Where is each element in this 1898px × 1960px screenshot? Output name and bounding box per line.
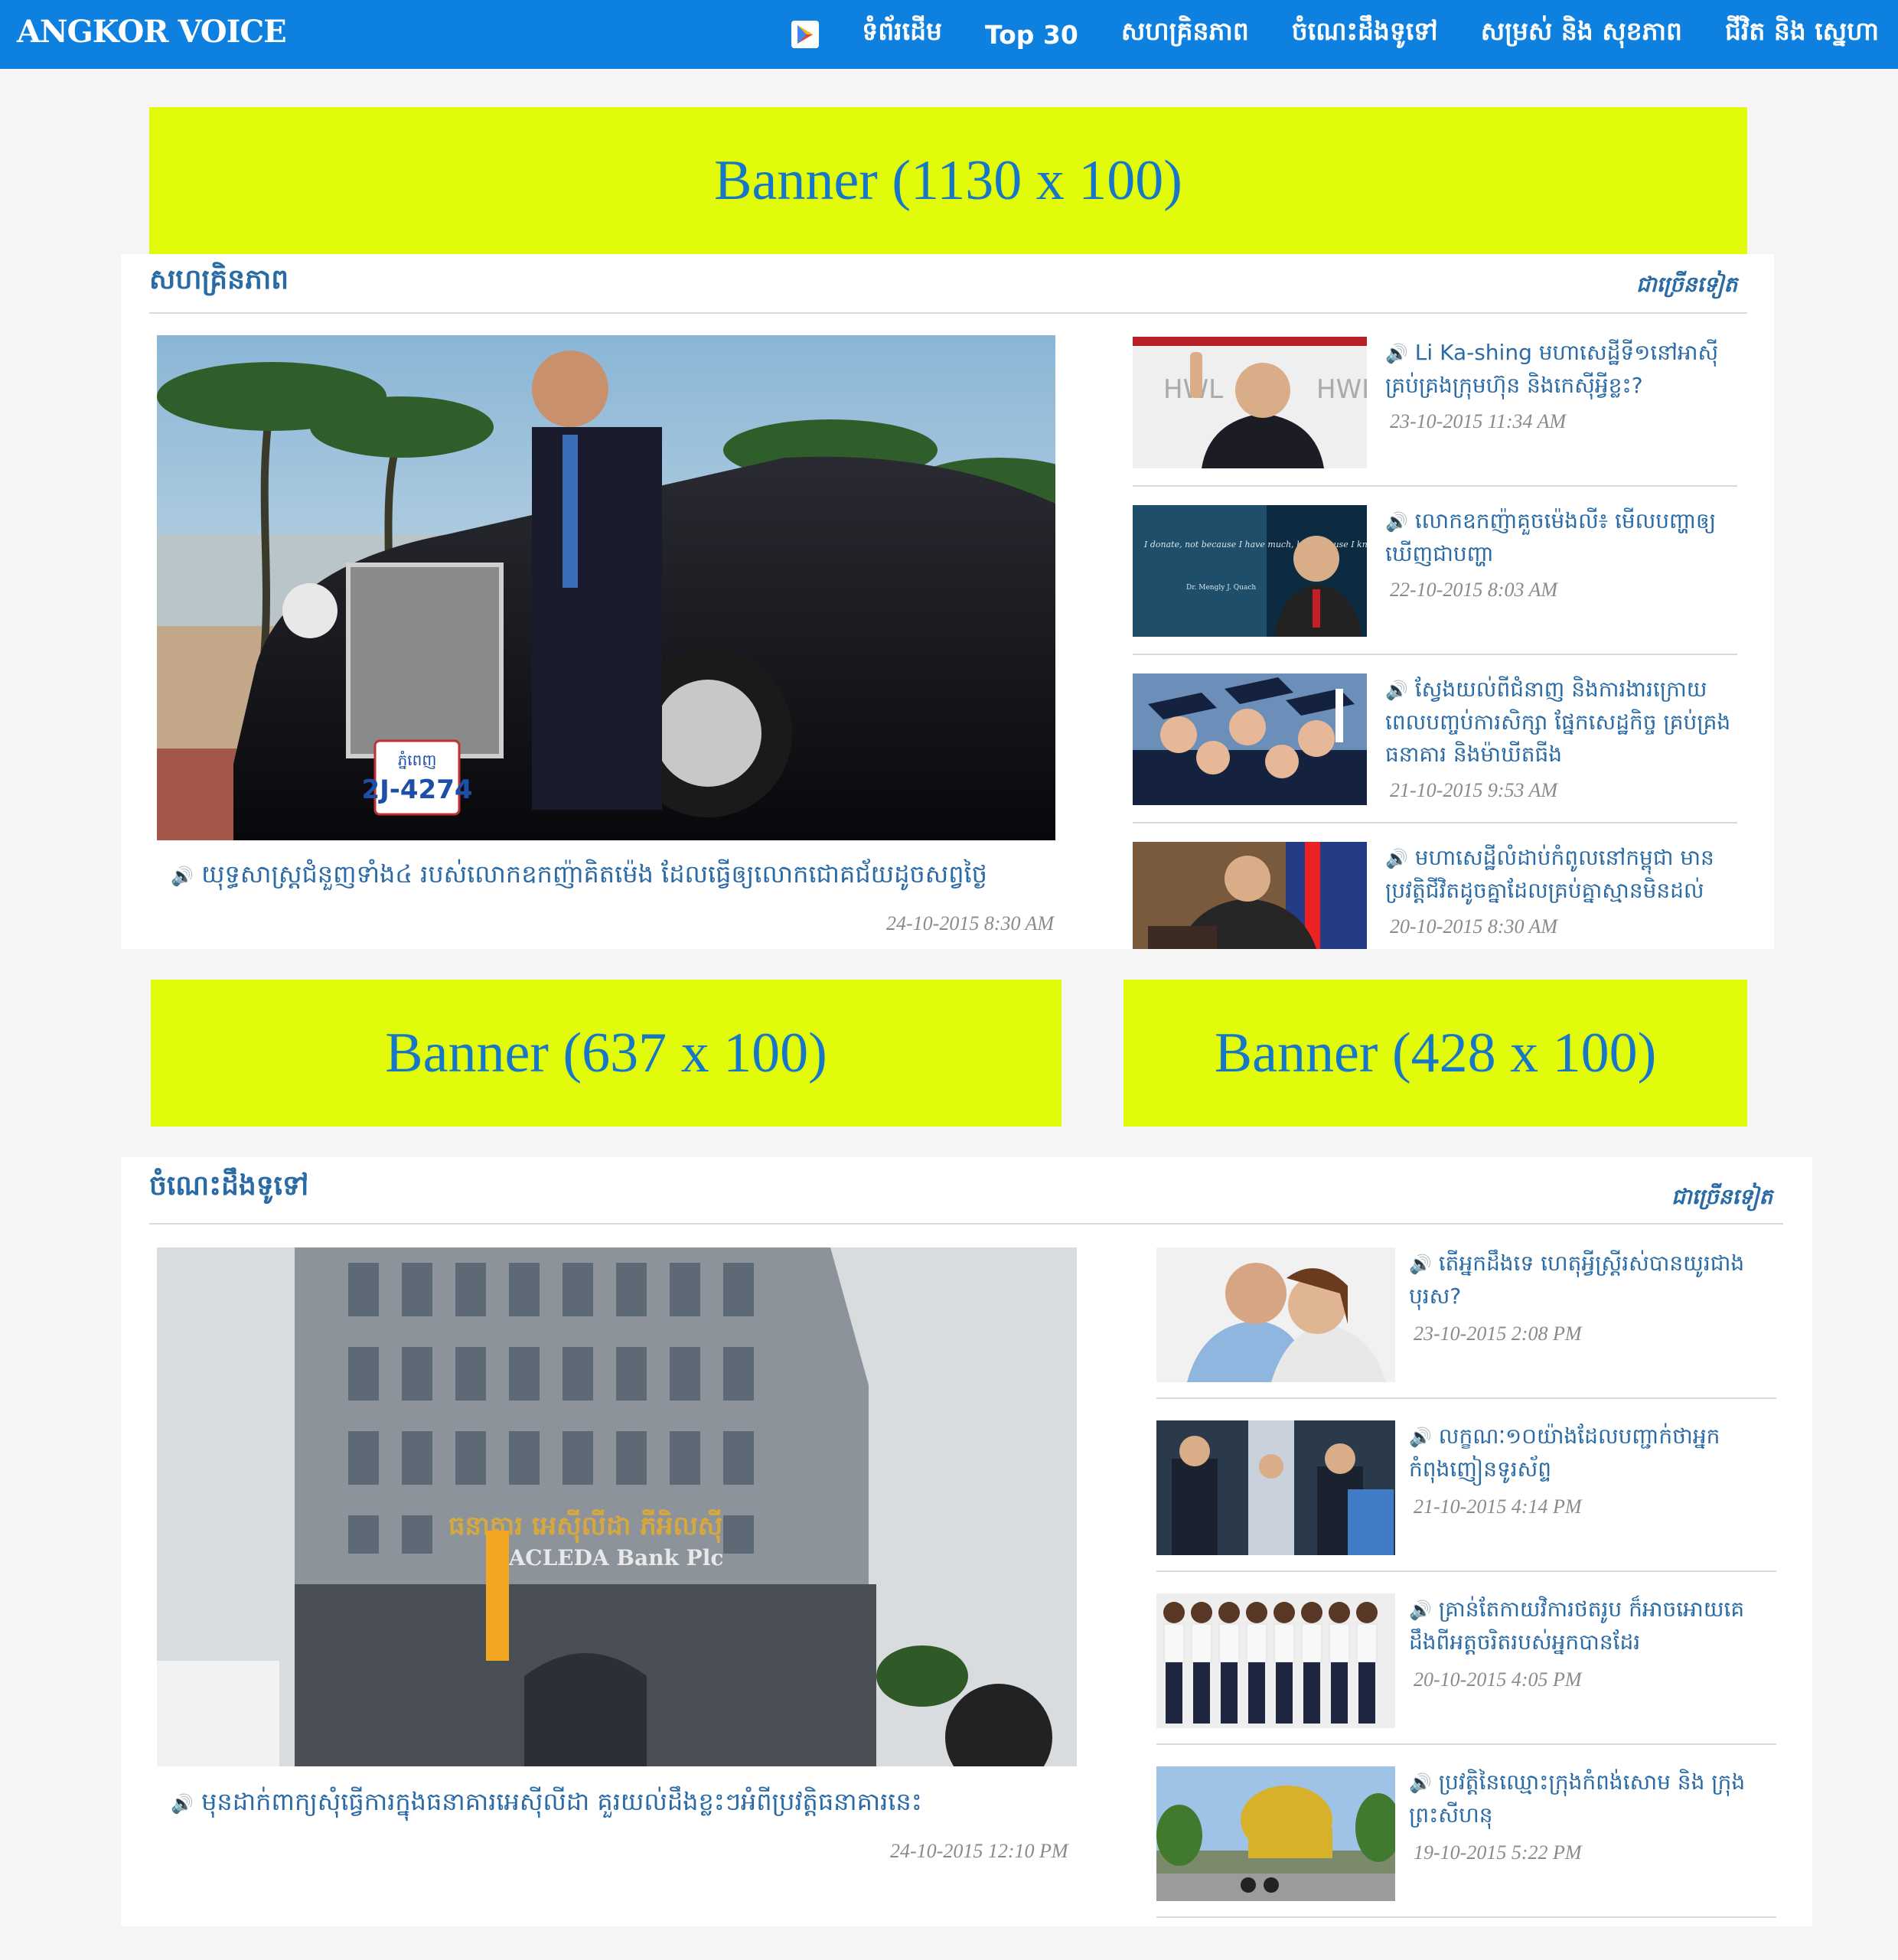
featured-article-image[interactable]: ភ្នំពេញ 2J-4274: [157, 335, 1055, 840]
article-date: 20-10-2015 4:05 PM: [1414, 1668, 1582, 1691]
article-title-text[interactable]: លោកឧកញ៉ាគួចម៉េងលី៖ មើលបញ្ហាឲ្យឃើញជាបញ្ហា: [1385, 508, 1716, 566]
section-title: សហគ្រិនភាព: [149, 264, 289, 295]
article-thumbnail[interactable]: [1156, 1766, 1395, 1901]
general-knowledge-section: ចំណេះដឹងទូទៅ ជាច្រើនទៀត ធនាគារ អេស៊ីលីដា…: [121, 1157, 1812, 1926]
item-divider: [1156, 1570, 1776, 1572]
article-date: 22-10-2015 8:03 AM: [1390, 579, 1558, 601]
article-title[interactable]: 🔊 ស្វែងយល់ពីជំនាញ និងការងារក្រោយពេលបញ្ចប…: [1385, 673, 1745, 771]
main-menu: ទំព័រដើម Top 30 សហគ្រិនភាព ចំណេះដឹងទូទៅ …: [791, 0, 1879, 69]
speaker-icon: 🔊: [1385, 511, 1408, 533]
item-divider: [1133, 485, 1737, 487]
more-link[interactable]: ជាច្រើនទៀត: [1636, 271, 1737, 302]
top-navbar: ANGKOR VOICE ទំព័រដើម Top 30 សហគ្រិនភាព …: [0, 0, 1898, 69]
article-date: 23-10-2015 2:08 PM: [1414, 1322, 1582, 1345]
item-divider: [1133, 654, 1737, 655]
nav-top30[interactable]: Top 30: [985, 20, 1078, 50]
featured-article-caption[interactable]: 🔊 មុនដាក់ពាក្យសុំធ្វើការក្នុងធនាគារអេស៊ី…: [171, 1786, 922, 1822]
article-thumbnail[interactable]: [1133, 842, 1367, 949]
bank-sign-english: ACLEDA Bank Plc: [508, 1545, 724, 1570]
section-divider: [149, 1223, 1783, 1225]
article-title[interactable]: 🔊 លោកឧកញ៉ាគួចម៉េងលី៖ មើលបញ្ហាឲ្យឃើញជាបញ្…: [1385, 505, 1745, 570]
article-date: 21-10-2015 4:14 PM: [1414, 1495, 1582, 1518]
article-title[interactable]: 🔊 Li Ka-shing មហាសេដ្ឋីទី១នៅអាស៊ីគ្រប់គ្…: [1385, 337, 1745, 402]
speaker-icon: 🔊: [1409, 1600, 1432, 1621]
featured-article-caption[interactable]: 🔊 យុទ្ធសាស្ត្រជំនួញទាំង៤ របស់លោកឧកញ៉ាគិត…: [171, 859, 987, 895]
article-thumbnail[interactable]: HWL HWL: [1133, 337, 1367, 468]
article-title-text[interactable]: ប្រវត្តិនៃឈ្មោះក្រុងកំពង់សោម និង ក្រុងព្…: [1409, 1769, 1745, 1828]
article-title[interactable]: 🔊 គ្រាន់តែកាយវិការថតរូប ក៏អាចអោយគេដឹងពីអ…: [1409, 1593, 1776, 1658]
nav-entrepreneurship[interactable]: សហគ្រិនភាព: [1121, 16, 1249, 53]
featured-article-title[interactable]: មុនដាក់ពាក្យសុំធ្វើការក្នុងធនាគារអេស៊ីលី…: [201, 1787, 922, 1816]
article-thumbnail[interactable]: [1133, 673, 1367, 805]
license-plate-top: ភ្នំពេញ: [398, 750, 437, 769]
article-date: 23-10-2015 11:34 AM: [1390, 410, 1567, 432]
article-title-text[interactable]: គ្រាន់តែកាយវិការថតរូប ក៏អាចអោយគេដឹងពីអត្…: [1409, 1596, 1744, 1655]
featured-article-date: 24-10-2015 12:10 PM: [890, 1840, 1068, 1862]
speaker-icon: 🔊: [171, 866, 194, 887]
item-divider: [1133, 822, 1737, 823]
item-divider: [1156, 1916, 1776, 1918]
article-title-text[interactable]: ស្វែងយល់ពីជំនាញ និងការងារក្រោយពេលបញ្ចប់ក…: [1385, 677, 1730, 767]
article-title[interactable]: 🔊 ប្រវត្តិនៃឈ្មោះក្រុងកំពង់សោម និង ក្រុង…: [1409, 1766, 1776, 1831]
article-thumbnail[interactable]: [1156, 1420, 1395, 1555]
article-title[interactable]: 🔊 មហាសេដ្ឋីលំដាប់កំពូលនៅកម្ពុជា មានប្រវត…: [1385, 842, 1745, 907]
nav-general-knowledge[interactable]: ចំណេះដឹងទូទៅ: [1292, 16, 1438, 53]
article-title[interactable]: 🔊 លក្ខណៈ១០យ៉ាងដែលបញ្ជាក់ថាអ្នកកំពុងញៀនទូ…: [1409, 1420, 1776, 1485]
entrepreneurship-section: សហគ្រិនភាព ជាច្រើនទៀត ភ្នំពេញ 2J-4274 🔊 …: [121, 254, 1774, 949]
more-link[interactable]: ជាច្រើនទៀត: [1671, 1183, 1772, 1215]
speaker-icon: 🔊: [1385, 343, 1408, 364]
license-plate-number: 2J-4274: [361, 775, 472, 805]
list-item: 🔊 ប្រវត្តិនៃឈ្មោះក្រុងកំពង់សោម និង ក្រុង…: [1156, 1766, 1776, 1919]
section-divider: [149, 312, 1747, 314]
article-thumbnail[interactable]: [1156, 1247, 1395, 1382]
top-banner[interactable]: Banner (1130 x 100): [149, 107, 1747, 254]
list-item: 🔊 មហាសេដ្ឋីលំដាប់កំពូលនៅកម្ពុជា មានប្រវត…: [1133, 842, 1745, 949]
nav-beauty-health[interactable]: សម្រស់ និង សុខភាព: [1481, 16, 1682, 53]
article-title-text[interactable]: Li Ka-shing មហាសេដ្ឋីទី១នៅអាស៊ីគ្រប់គ្រង…: [1385, 340, 1718, 398]
article-title-text[interactable]: តើអ្នកដឹងទេ ហេតុអ្វីស្ត្រីរស់បានយូរជាងបុ…: [1409, 1251, 1744, 1309]
nav-home[interactable]: ទំព័រដើម: [862, 16, 942, 53]
item-divider: [1156, 1743, 1776, 1745]
article-date: 20-10-2015 8:30 AM: [1390, 915, 1558, 938]
mid-banner-left[interactable]: Banner (637 x 100): [151, 980, 1062, 1127]
speaker-icon: 🔊: [1385, 848, 1408, 869]
article-title-text[interactable]: មហាសេដ្ឋីលំដាប់កំពូលនៅកម្ពុជា មានប្រវត្ត…: [1385, 845, 1714, 903]
speaker-icon: 🔊: [171, 1793, 194, 1815]
nav-life-love[interactable]: ជីវិត និង ស្នេហា: [1725, 16, 1879, 53]
article-title[interactable]: 🔊 តើអ្នកដឹងទេ ហេតុអ្វីស្ត្រីរស់បានយូរជាង…: [1409, 1247, 1776, 1313]
article-thumbnail[interactable]: I donate, not because I have much, but b…: [1133, 505, 1367, 637]
article-date: 21-10-2015 9:53 AM: [1390, 779, 1558, 801]
list-item: 🔊 ស្វែងយល់ពីជំនាញ និងការងារក្រោយពេលបញ្ចប…: [1133, 673, 1745, 842]
site-logo[interactable]: ANGKOR VOICE: [17, 14, 287, 50]
item-divider: [1156, 1397, 1776, 1399]
hwl-logo-text: HWL: [1316, 374, 1367, 405]
speaker-icon: 🔊: [1409, 1427, 1432, 1448]
list-item: 🔊 គ្រាន់តែកាយវិការថតរូប ក៏អាចអោយគេដឹងពីអ…: [1156, 1593, 1776, 1766]
article-date: 19-10-2015 5:22 PM: [1414, 1841, 1582, 1864]
article-thumbnail[interactable]: [1156, 1593, 1395, 1728]
speaker-icon: 🔊: [1409, 1254, 1432, 1275]
article-title-text[interactable]: លក្ខណៈ១០យ៉ាងដែលបញ្ជាក់ថាអ្នកកំពុងញៀនទូរស…: [1409, 1424, 1720, 1482]
list-item: HWL HWL 🔊 Li Ka-shing មហាសេដ្ឋីទី១នៅអាស៊…: [1133, 337, 1745, 505]
list-item: I donate, not because I have much, but b…: [1133, 505, 1745, 673]
speaker-icon: 🔊: [1409, 1772, 1432, 1794]
featured-article-image[interactable]: ធនាគារ អេស៊ីលីដា ភីអិលស៊ី ACLEDA Bank Pl…: [157, 1247, 1077, 1766]
mid-banner-right[interactable]: Banner (428 x 100): [1123, 980, 1747, 1127]
speaker-icon: 🔊: [1385, 680, 1408, 701]
featured-article-title[interactable]: យុទ្ធសាស្ត្រជំនួញទាំង៤ របស់លោកឧកញ៉ាគិតម៉…: [201, 859, 987, 889]
list-item: 🔊 លក្ខណៈ១០យ៉ាងដែលបញ្ជាក់ថាអ្នកកំពុងញៀនទូ…: [1156, 1420, 1776, 1593]
section-title: ចំណេះដឹងទូទៅ: [149, 1170, 309, 1202]
google-play-icon[interactable]: [791, 21, 820, 48]
quote-author: Dr. Mengly J. Quach: [1186, 584, 1256, 592]
featured-article-date: 24-10-2015 8:30 AM: [886, 912, 1055, 934]
list-item: 🔊 តើអ្នកដឹងទេ ហេតុអ្វីស្ត្រីរស់បានយូរជាង…: [1156, 1247, 1776, 1420]
